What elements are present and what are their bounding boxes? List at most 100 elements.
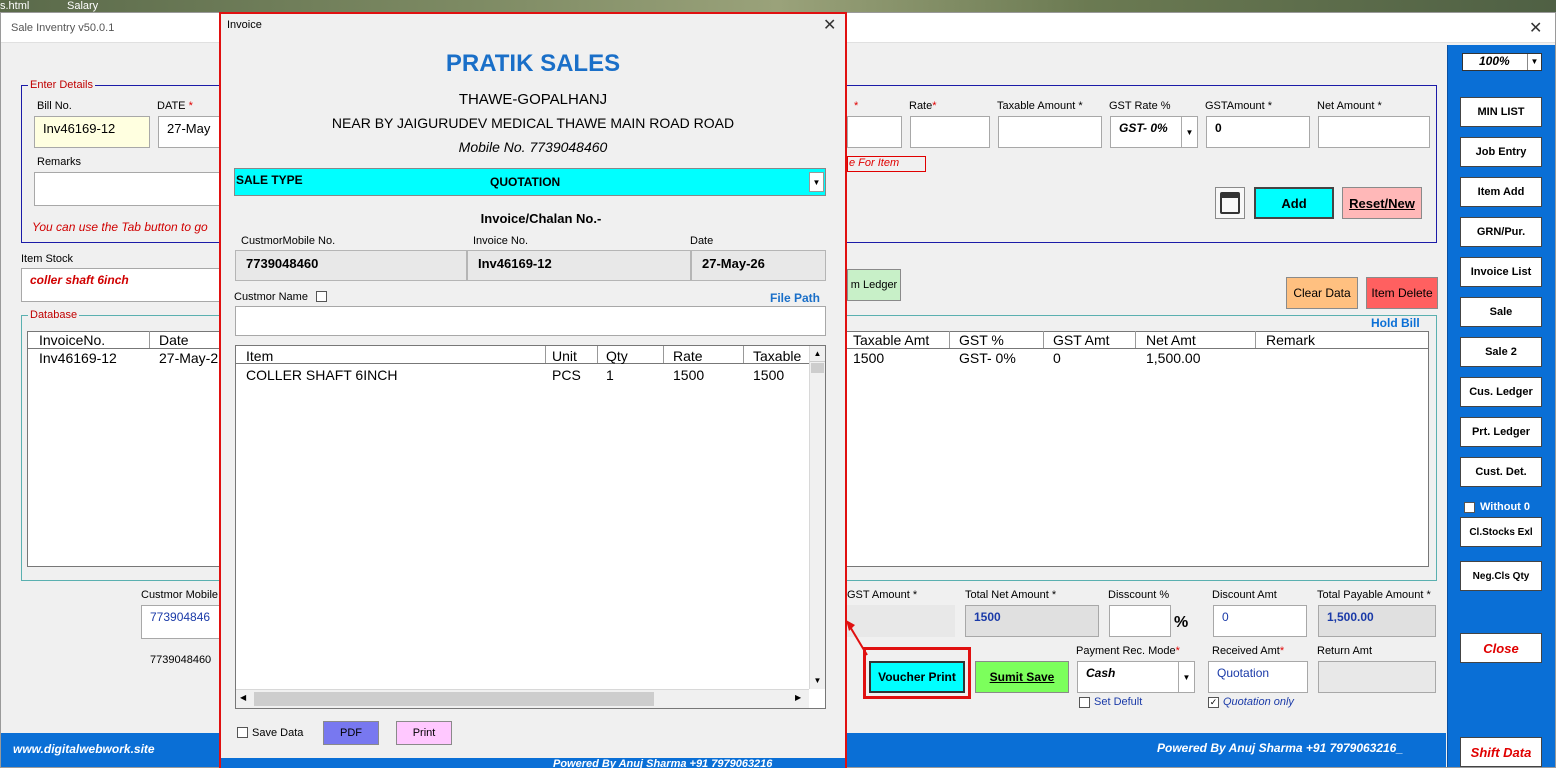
without-0-label: Without 0: [1480, 501, 1530, 513]
scroll-right-icon[interactable]: ▶: [795, 693, 801, 702]
close-button[interactable]: Close: [1460, 633, 1542, 663]
cust-mobile-input[interactable]: 773904846: [141, 605, 221, 639]
chevron-down-icon[interactable]: ▼: [1527, 54, 1541, 70]
clear-data-button[interactable]: Clear Data: [1286, 277, 1358, 309]
add-button[interactable]: Add: [1254, 187, 1334, 219]
scroll-left-icon[interactable]: ◀: [240, 693, 246, 702]
payment-mode-select[interactable]: Cash ▼: [1077, 661, 1195, 693]
sidebar-item-cus-ledger[interactable]: Cus. Ledger: [1460, 377, 1542, 407]
total-net-label: Total Net Amount *: [965, 589, 1057, 601]
dialog-title: Invoice: [227, 19, 262, 31]
sidebar-item-item-add[interactable]: Item Add: [1460, 177, 1542, 207]
grid-cell: Inv46169-12: [39, 350, 117, 366]
sidebar-item-prt-ledger[interactable]: Prt. Ledger: [1460, 417, 1542, 447]
gst-amount-label: GSTAmount *: [1205, 100, 1273, 112]
scroll-up-icon[interactable]: ▲: [810, 346, 825, 362]
grid-divider: [1043, 331, 1044, 348]
sidebar-item-grn-pur[interactable]: GRN/Pur.: [1460, 217, 1542, 247]
sidebar-item-sale-2[interactable]: Sale 2: [1460, 337, 1542, 367]
quotation-only-label: Quotation only: [1223, 696, 1294, 708]
dlg-grid-header: Taxable: [753, 348, 802, 364]
desktop-file-label[interactable]: Salary: [67, 0, 98, 12]
sale-type-value: QUOTATION: [490, 175, 561, 189]
shift-data-button[interactable]: Shift Data: [1460, 737, 1542, 767]
save-data-label: Save Data: [252, 727, 304, 739]
chevron-down-icon[interactable]: ▼: [1178, 662, 1194, 692]
sumit-save-button[interactable]: Sumit Save: [975, 661, 1069, 693]
save-data-checkbox[interactable]: [237, 727, 248, 738]
net-amount-input[interactable]: [1318, 116, 1430, 148]
quotation-only-checkbox[interactable]: ✓: [1208, 697, 1219, 708]
remarks-input[interactable]: [34, 172, 222, 206]
grid-divider: [949, 331, 950, 348]
calculator-icon: [1220, 192, 1240, 214]
dlg-footer-bar: Powered By Anuj Sharma +91 7979063216: [221, 758, 845, 768]
dlg-grid-header: Item: [246, 348, 274, 364]
hold-bill-link[interactable]: Hold Bill: [1371, 316, 1420, 330]
scroll-thumb[interactable]: [254, 692, 654, 706]
close-icon[interactable]: ✕: [1529, 18, 1542, 38]
print-button[interactable]: Print: [396, 721, 452, 745]
dlg-grid-header: Unit: [552, 348, 577, 364]
scroll-down-icon[interactable]: ▼: [810, 673, 825, 689]
desktop-file-label[interactable]: s.html: [0, 0, 29, 12]
sidebar-item-sale[interactable]: Sale: [1460, 297, 1542, 327]
payment-mode-label: Payment Rec. Mode*: [1076, 645, 1180, 657]
calculator-button[interactable]: [1215, 187, 1245, 219]
discount-pct-input[interactable]: [1109, 605, 1171, 637]
cust-name-checkbox[interactable]: [316, 291, 327, 302]
chevron-down-icon[interactable]: ▼: [1181, 117, 1197, 147]
grid-header: GST Amt: [1053, 332, 1110, 348]
item-stock-field: coller shaft 6inch: [21, 268, 221, 302]
vertical-scrollbar[interactable]: ▲ ▼: [809, 346, 825, 689]
sidebar-item-job-entry[interactable]: Job Entry: [1460, 137, 1542, 167]
company-name: PRATIK SALES: [445, 50, 621, 77]
sidebar-item-cust-det[interactable]: Cust. Det.: [1460, 457, 1542, 487]
date-input[interactable]: 27-May: [158, 116, 222, 148]
rate-input[interactable]: [910, 116, 990, 148]
grid-divider: [545, 346, 546, 363]
dlg-date-label: Date: [690, 235, 714, 247]
zoom-select[interactable]: 100% ▼: [1462, 53, 1542, 71]
dlg-cust-name-label: Custmor Name: [234, 291, 308, 303]
grid-divider: [1135, 331, 1136, 348]
item-ledger-button[interactable]: m Ledger: [847, 269, 901, 301]
grid-divider: [663, 346, 664, 363]
cust-mobile-text: 7739048460: [150, 654, 212, 666]
sidebar-item-neg-cls[interactable]: Neg.Cls Qty: [1460, 561, 1542, 591]
footer-site[interactable]: www.digitalwebwork.site: [13, 742, 155, 756]
qty-input[interactable]: [847, 116, 902, 148]
without-0-checkbox[interactable]: [1464, 502, 1475, 513]
gst-rate-select[interactable]: GST- 0% ▼: [1110, 116, 1198, 148]
pdf-button[interactable]: PDF: [323, 721, 379, 745]
grid-cell: 1,500.00: [1146, 350, 1201, 366]
sidebar-item-cl-stocks[interactable]: Cl.Stocks Exl: [1460, 517, 1542, 547]
bill-no-input[interactable]: Inv46169-12: [34, 116, 150, 148]
sale-type-select[interactable]: SALE TYPE QUOTATION ▼: [234, 168, 826, 196]
scroll-thumb[interactable]: [811, 363, 824, 373]
discount-amt-input[interactable]: 0: [1213, 605, 1307, 637]
dlg-invoice-no-label: Invoice No.: [473, 235, 529, 247]
file-path-link[interactable]: File Path: [770, 291, 820, 305]
return-amt-label: Return Amt: [1317, 645, 1373, 657]
company-address: NEAR BY JAIGURUDEV MEDICAL THAWE MAIN RO…: [331, 115, 735, 131]
item-delete-button[interactable]: Item Delete: [1366, 277, 1438, 309]
chevron-down-icon[interactable]: ▼: [809, 172, 824, 192]
gst-amount-input[interactable]: 0: [1206, 116, 1310, 148]
set-default-checkbox[interactable]: [1079, 697, 1090, 708]
received-amt-input[interactable]: Quotation: [1208, 661, 1308, 693]
dlg-cust-name-input[interactable]: [235, 306, 826, 336]
taxable-input[interactable]: [998, 116, 1102, 148]
voucher-print-button[interactable]: Voucher Print: [869, 661, 965, 693]
horizontal-scrollbar[interactable]: ◀ ▶: [236, 689, 809, 708]
sidebar-item-min-list[interactable]: MIN LIST: [1460, 97, 1542, 127]
dlg-grid-cell: 1: [606, 367, 614, 383]
sidebar-item-invoice-list[interactable]: Invoice List: [1460, 257, 1542, 287]
company-city: THAWE-GOPALHANJ: [458, 91, 608, 108]
dlg-grid-header: Rate: [673, 348, 703, 364]
reset-new-button[interactable]: Reset/New: [1342, 187, 1422, 219]
close-icon[interactable]: ✕: [823, 15, 836, 35]
dlg-items-grid[interactable]: [235, 345, 826, 709]
grid-header-divider: [236, 363, 810, 364]
grid-header: GST %: [959, 332, 1004, 348]
